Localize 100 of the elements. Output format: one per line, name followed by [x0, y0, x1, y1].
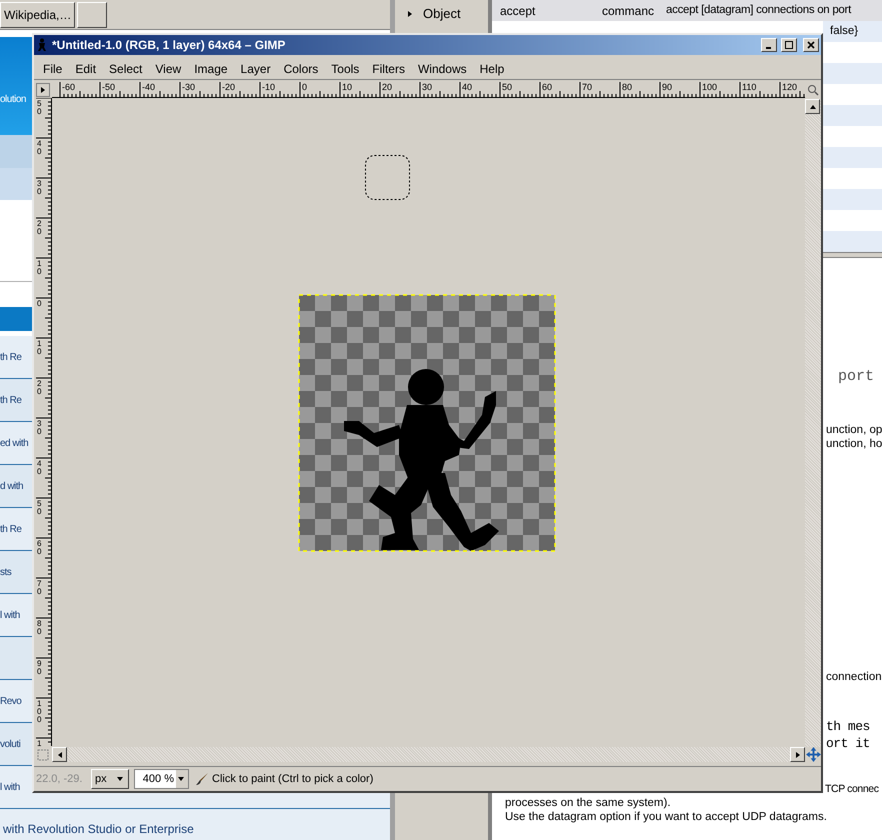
- nav-link[interactable]: l with: [0, 608, 20, 622]
- code-text: port: [838, 368, 876, 385]
- ruler-label: 100: [702, 82, 718, 92]
- pointer-coordinates: 22.0, -29.: [36, 772, 84, 787]
- ruler-label: 50: [37, 500, 42, 516]
- window-title: *Untitled-1.0 (RGB, 1 layer) 64x64 – GIMP: [52, 37, 286, 54]
- navigate-icon[interactable]: [806, 747, 821, 762]
- nav-link[interactable]: th Re: [0, 522, 22, 536]
- ruler-label: 60: [37, 540, 42, 556]
- nav-link[interactable]: Revo: [0, 694, 22, 708]
- ruler-label: 1: [37, 740, 42, 746]
- ruler-label: 50: [502, 82, 512, 92]
- object-item[interactable]: Object: [395, 0, 488, 28]
- ruler-label: 30: [422, 82, 432, 92]
- scroll-arrow-button[interactable]: [52, 747, 67, 762]
- horizontal-scrollbar[interactable]: [52, 747, 805, 762]
- selection-outline: [365, 155, 410, 200]
- close-button[interactable]: [803, 38, 819, 52]
- ruler-label: 10: [37, 260, 42, 276]
- splitter-bar[interactable]: [823, 252, 882, 258]
- summary-cell-text: false}: [830, 24, 858, 39]
- ruler-label: 90: [662, 82, 672, 92]
- table-row: [823, 147, 882, 168]
- table-row: [823, 189, 882, 210]
- browser-tab[interactable]: [77, 2, 108, 28]
- nav-link[interactable]: voluti: [0, 736, 20, 752]
- menu-item[interactable]: Tools: [331, 60, 360, 78]
- ruler-label: 80: [622, 82, 632, 92]
- ruler-label: 100: [37, 700, 42, 724]
- ruler-label: 120: [782, 82, 798, 92]
- ruler-label: 0: [302, 82, 308, 92]
- nav-link[interactable]: th Re: [0, 350, 22, 364]
- doc-text: processes on the same system).: [505, 796, 672, 810]
- vertical-scrollbar[interactable]: [805, 99, 821, 747]
- menu-item[interactable]: Edit: [75, 60, 96, 78]
- ruler-label: 20: [37, 380, 42, 396]
- table-row: [823, 231, 882, 252]
- ruler-label: 20: [37, 220, 42, 236]
- doc-text: TCP connec: [825, 782, 880, 796]
- ruler-label: 90: [37, 660, 42, 676]
- brush-icon: [195, 772, 209, 786]
- unit-dropdown[interactable]: px: [91, 768, 129, 789]
- doc-text: unction, ho: [826, 437, 882, 451]
- scroll-arrow-button[interactable]: [805, 99, 820, 114]
- ruler-label: 0: [37, 300, 42, 308]
- code-text: ort it: [826, 735, 871, 752]
- menu-item[interactable]: File: [43, 60, 62, 78]
- doc-text: unction, op: [826, 423, 882, 437]
- menu-item[interactable]: View: [155, 60, 182, 78]
- ruler-label: 20: [382, 82, 392, 92]
- menu-item[interactable]: Filters: [372, 60, 405, 78]
- header-title: olution: [0, 93, 26, 107]
- menu-item[interactable]: Colors: [284, 60, 318, 78]
- ruler-label: 40: [462, 82, 472, 92]
- figure-icon: [36, 38, 48, 52]
- code-text: th mes: [826, 718, 871, 735]
- nav-link[interactable]: with Revolution Studio or Enterprise: [3, 820, 194, 838]
- minimize-button[interactable]: [761, 38, 777, 52]
- ruler-label: -40: [142, 82, 156, 92]
- zoom-icon[interactable]: [807, 84, 819, 96]
- scroll-arrow-button[interactable]: [790, 747, 805, 762]
- menu-item[interactable]: Select: [109, 60, 142, 78]
- menu-item[interactable]: Help: [480, 60, 504, 78]
- menu-arrow-button[interactable]: [36, 83, 50, 97]
- nav-link[interactable]: th Re: [0, 392, 22, 408]
- status-message: Click to paint (Ctrl to pick a color): [212, 772, 374, 787]
- ruler-label: -50: [102, 82, 116, 92]
- table-row: [823, 105, 882, 126]
- nav-link[interactable]: ed with: [0, 436, 28, 450]
- term-cell-text: accept: [499, 2, 536, 20]
- maximize-button[interactable]: [781, 38, 797, 52]
- ruler-label: 30: [37, 420, 42, 436]
- ruler-label: 10: [342, 82, 352, 92]
- menu-item[interactable]: Windows: [418, 60, 467, 78]
- table-row: [823, 63, 882, 84]
- menu-item[interactable]: Layer: [240, 60, 271, 78]
- ruler-label: 40: [37, 460, 42, 476]
- close-icon: [807, 41, 815, 49]
- ruler-label: -20: [222, 82, 236, 92]
- nav-link[interactable]: sts: [0, 564, 12, 580]
- doc-text: Use the datagram option if you want to accept UDP datagrams.: [505, 810, 828, 824]
- dictionary-row[interactable]: accept commanc accept [datagram] connections on port: [492, 0, 882, 21]
- browser-tab[interactable]: Wikipedia,…: [0, 2, 76, 28]
- ruler-label: 60: [542, 82, 552, 92]
- nav-link[interactable]: d with: [0, 478, 24, 494]
- type-cell-text: commanc: [602, 2, 656, 20]
- menu-item[interactable]: Image: [194, 60, 228, 78]
- doc-text: connection: [826, 670, 882, 684]
- ruler-label: 50: [37, 100, 42, 116]
- nav-link[interactable]: l with: [0, 780, 20, 794]
- ruler-label: 40: [37, 140, 42, 156]
- ruler-label: 30: [37, 180, 42, 196]
- ruler-label: 80: [37, 620, 42, 636]
- summary-cell-text: accept [datagram] connections on port: [666, 2, 851, 18]
- ruler-label: 110: [742, 82, 756, 92]
- ruler-label: -30: [182, 82, 196, 92]
- zoom-combo[interactable]: 400 %: [134, 768, 189, 789]
- ruler-label: -10: [262, 82, 276, 92]
- ruler-label: 70: [37, 580, 42, 596]
- ruler-label: -60: [62, 82, 76, 92]
